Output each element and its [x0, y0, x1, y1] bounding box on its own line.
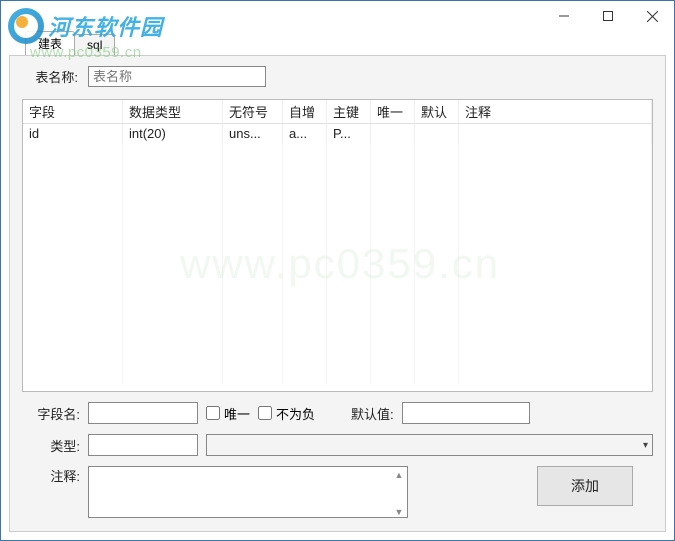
comment-label: 注释:: [22, 466, 80, 485]
cell-unique: [371, 124, 415, 144]
type-input[interactable]: [88, 434, 198, 456]
tablename-label: 表名称:: [22, 67, 78, 86]
content-frame: 表名称: 字段 数据类型 无符号 自增 主键 唯一 默认 注释 id int(2…: [9, 55, 666, 532]
watermark-url-top: www.pc0359.cn: [30, 44, 142, 61]
type-label: 类型:: [22, 436, 80, 455]
brand-name: 河东软件园: [48, 10, 163, 42]
grid-empty-row: [23, 184, 652, 204]
grid-empty-row: [23, 204, 652, 224]
grid-header-comment[interactable]: 注释: [459, 100, 652, 123]
watermark-logo: 河东软件园: [8, 8, 163, 44]
fieldname-row: 字段名: 唯一 不为负 默认值:: [22, 402, 653, 424]
comment-textarea[interactable]: [88, 466, 408, 518]
cell-autoinc: a...: [283, 124, 327, 144]
grid-header-autoinc[interactable]: 自增: [283, 100, 327, 123]
unique-checkbox-input[interactable]: [206, 406, 220, 420]
type-dropdown[interactable]: ▾: [206, 434, 653, 456]
cell-datatype: int(20): [123, 124, 223, 144]
grid-empty-row: [23, 364, 652, 384]
default-label: 默认值:: [351, 404, 394, 423]
fieldname-label: 字段名:: [22, 404, 80, 423]
grid-body: id int(20) uns... a... P...: [23, 124, 652, 384]
grid-header: 字段 数据类型 无符号 自增 主键 唯一 默认 注释: [23, 100, 652, 124]
logo-icon: [8, 8, 44, 44]
maximize-button[interactable]: [586, 1, 630, 31]
cell-pk: P...: [327, 124, 371, 144]
grid-header-unique[interactable]: 唯一: [371, 100, 415, 123]
unique-checkbox[interactable]: 唯一: [206, 404, 250, 423]
minimize-button[interactable]: [542, 1, 586, 31]
unique-checkbox-label: 唯一: [224, 404, 250, 423]
fieldname-input[interactable]: [88, 402, 198, 424]
notneg-checkbox-input[interactable]: [258, 406, 272, 420]
grid-header-field[interactable]: 字段: [23, 100, 123, 123]
scroll-down-icon[interactable]: ▼: [392, 505, 406, 519]
default-input[interactable]: [402, 402, 530, 424]
cell-default: [415, 124, 459, 144]
grid-header-default[interactable]: 默认: [415, 100, 459, 123]
maximize-icon: [603, 11, 613, 21]
grid-empty-row: [23, 324, 652, 344]
close-button[interactable]: [630, 1, 674, 31]
cell-comment: [459, 124, 652, 144]
grid-empty-row: [23, 244, 652, 264]
main-window: 河东软件园 www.pc0359.cn www.pc0359.cn 建表 sql…: [0, 0, 675, 541]
type-row: 类型: ▾: [22, 434, 653, 456]
tablename-input[interactable]: [88, 66, 266, 87]
grid-empty-row: [23, 144, 652, 164]
grid-empty-row: [23, 344, 652, 364]
cell-unsigned: uns...: [223, 124, 283, 144]
grid-header-pk[interactable]: 主键: [327, 100, 371, 123]
tablename-row: 表名称:: [22, 66, 653, 87]
columns-grid[interactable]: 字段 数据类型 无符号 自增 主键 唯一 默认 注释 id int(20) un…: [22, 99, 653, 392]
scroll-up-icon[interactable]: ▲: [392, 468, 406, 482]
comment-row: 注释: ▲ ▼ 添加: [22, 466, 653, 521]
grid-empty-row: [23, 264, 652, 284]
bottom-form: 字段名: 唯一 不为负 默认值: 类型: ▾: [22, 402, 653, 521]
cell-field: id: [23, 124, 123, 144]
add-button[interactable]: 添加: [537, 466, 633, 506]
chevron-down-icon: ▾: [643, 440, 648, 451]
grid-empty-row: [23, 164, 652, 184]
comment-wrap: ▲ ▼: [88, 466, 408, 521]
grid-header-unsigned[interactable]: 无符号: [223, 100, 283, 123]
grid-empty-row: [23, 284, 652, 304]
grid-header-datatype[interactable]: 数据类型: [123, 100, 223, 123]
grid-row[interactable]: id int(20) uns... a... P...: [23, 124, 652, 144]
notneg-checkbox-label: 不为负: [276, 404, 315, 423]
close-icon: [647, 11, 658, 22]
grid-empty-row: [23, 224, 652, 244]
grid-empty-row: [23, 304, 652, 324]
minimize-icon: [559, 11, 569, 21]
notneg-checkbox[interactable]: 不为负: [258, 404, 315, 423]
